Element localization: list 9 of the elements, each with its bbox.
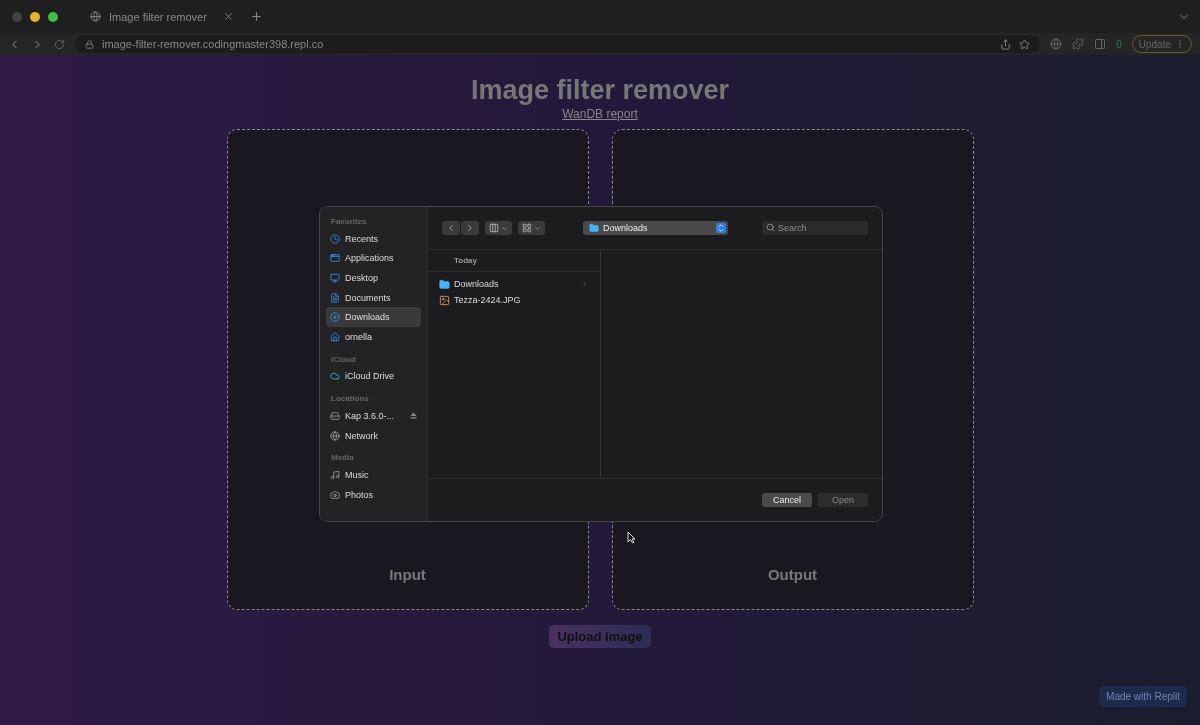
extension-count: 0 (1116, 38, 1122, 50)
column-heading: Today (428, 250, 600, 272)
sidebar-heading: iCloud (331, 354, 357, 364)
panel-label: Output (767, 566, 818, 583)
panel-label: Input (389, 566, 426, 583)
sidebar-heading: Media (331, 453, 355, 463)
sidebar-heading: Locations (331, 394, 370, 404)
page-title: Image filter remover (470, 75, 730, 106)
sidebar-heading: Favorites (331, 217, 368, 226)
